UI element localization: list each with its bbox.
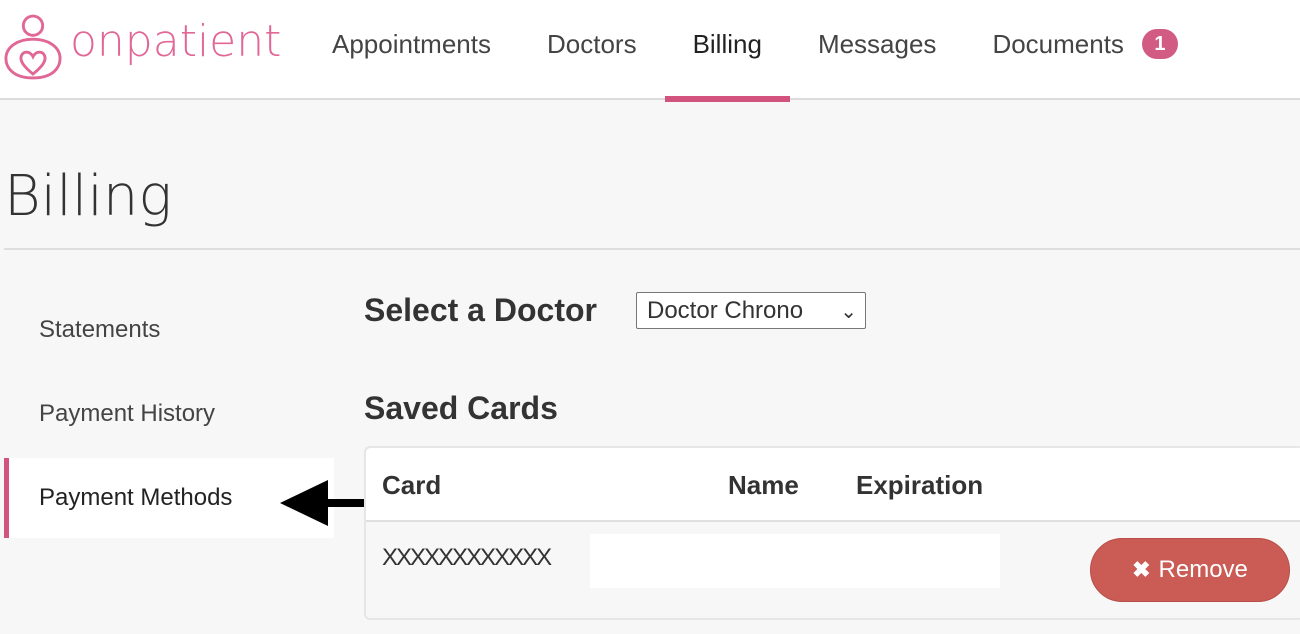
doctor-select[interactable]: Doctor Chrono ⌄ (636, 292, 866, 329)
main-nav: Appointments Doctors Billing Messages Do… (304, 0, 1206, 102)
sidebar-item-label: Payment Methods (39, 484, 233, 511)
sidebar-item-label: Statements (39, 316, 161, 343)
column-header-name: Name (728, 470, 799, 500)
close-icon: ✖ (1132, 557, 1151, 582)
select-doctor-label: Select a Doctor (364, 292, 597, 328)
nav-label: Messages (817, 28, 937, 59)
brand-name: onpatient (70, 15, 282, 67)
page-title: Billing (4, 164, 172, 229)
notification-badge: 1 (1141, 29, 1178, 59)
saved-cards-title: Saved Cards (364, 390, 558, 426)
column-header-expiration: Expiration (856, 470, 984, 500)
nav-documents[interactable]: Documents 1 (964, 0, 1206, 100)
top-navbar: onpatient Appointments Doctors Billing M… (0, 0, 1300, 102)
remove-card-button[interactable]: ✖ Remove (1090, 538, 1290, 602)
redacted-area (590, 534, 1000, 588)
card-number: XXXXXXXXXXXX (382, 544, 552, 571)
brand-logo[interactable]: onpatient (4, 8, 281, 84)
nav-appointments[interactable]: Appointments (304, 0, 519, 100)
table-header: Card Name Expiration (366, 448, 1300, 522)
nav-doctors[interactable]: Doctors (519, 0, 665, 100)
column-header-card: Card (382, 470, 442, 500)
nav-billing[interactable]: Billing (664, 0, 791, 102)
sidebar-item-payment-history[interactable]: Payment History (4, 374, 334, 454)
divider (4, 248, 1300, 250)
sidebar-item-label: Payment History (39, 400, 216, 427)
saved-cards-table: Card Name Expiration XXXXXXXXXXXX ✖ Remo… (364, 446, 1300, 620)
remove-label: Remove (1158, 556, 1248, 583)
nav-label: Documents (992, 28, 1124, 59)
nav-label: Doctors (546, 28, 637, 59)
nav-label: Appointments (332, 28, 491, 59)
sidebar-item-statements[interactable]: Statements (4, 290, 334, 370)
chevron-down-icon: ⌄ (840, 301, 857, 323)
nav-messages[interactable]: Messages (790, 0, 965, 100)
person-heart-icon (4, 14, 62, 80)
doctor-select-value: Doctor Chrono (647, 296, 804, 324)
nav-label: Billing (692, 28, 762, 59)
